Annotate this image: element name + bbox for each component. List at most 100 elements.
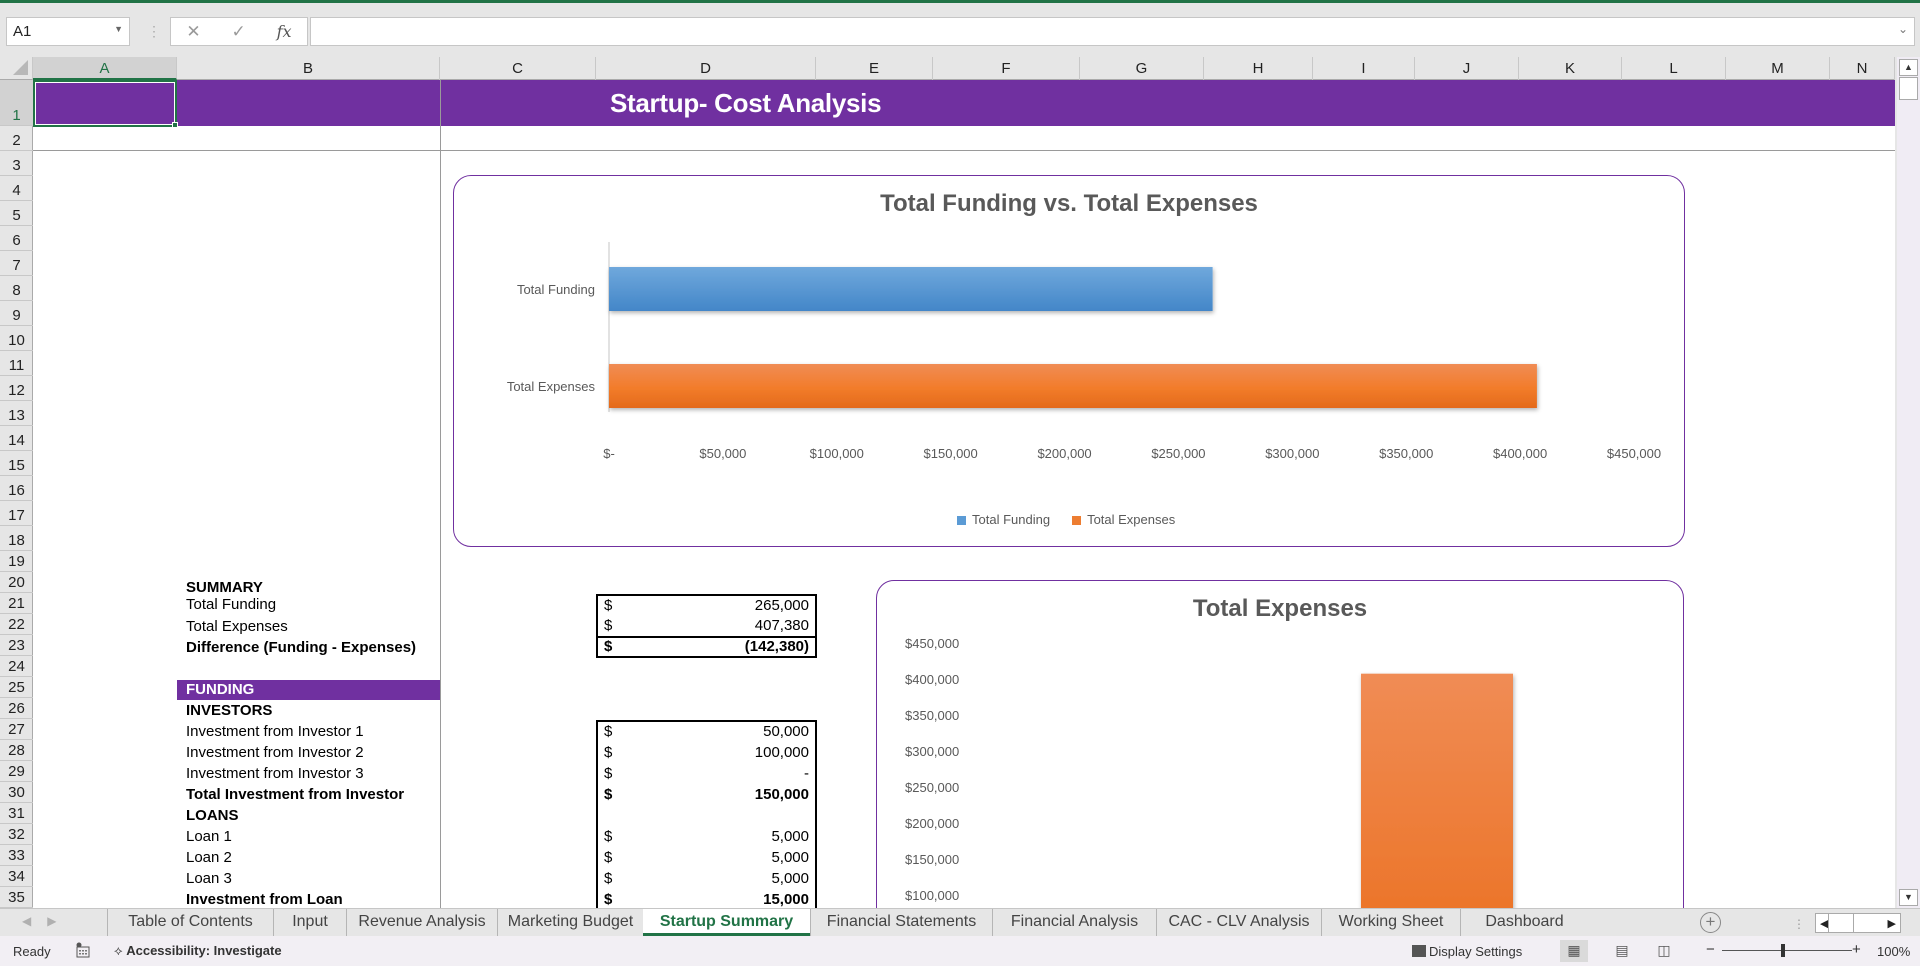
row-header-5[interactable]: 5 — [0, 201, 33, 226]
funding-vs-expenses-chart[interactable]: Total Funding vs. Total Expenses Total F… — [453, 175, 1685, 547]
enter-icon[interactable]: ✓ — [232, 22, 246, 42]
row-header-34[interactable]: 34 — [0, 866, 33, 887]
zoom-level[interactable]: 100% — [1877, 944, 1910, 959]
tab-prev-icon[interactable]: ◀ — [22, 914, 47, 928]
row-header-19[interactable]: 19 — [0, 551, 33, 572]
sheet-tab-input-sheet[interactable]: Input Sheet — [273, 909, 346, 955]
row-header-6[interactable]: 6 — [0, 226, 33, 251]
chevron-down-icon[interactable]: ▼ — [114, 24, 123, 34]
column-header-l[interactable]: L — [1622, 57, 1726, 80]
horizontal-scrollbar[interactable]: ◀ ▶ — [1815, 913, 1901, 933]
bar-total-expenses[interactable] — [609, 364, 1537, 408]
row-header-25[interactable]: 25 — [0, 677, 33, 698]
tab-scroll-arrows[interactable]: ◀▶ — [22, 914, 72, 928]
investor-1-value[interactable]: $50,000 — [596, 722, 817, 743]
column-header-g[interactable]: G — [1080, 57, 1204, 80]
row-header-33[interactable]: 33 — [0, 845, 33, 866]
scroll-thumb[interactable] — [1899, 77, 1918, 100]
sheet-tab-startup-summary[interactable]: Startup Summary — [643, 909, 810, 936]
sheet-tab-marketing-budget[interactable]: Marketing Budget — [497, 909, 643, 936]
row-header-7[interactable]: 7 — [0, 251, 33, 276]
summary-value-total-funding[interactable]: $265,000 — [596, 596, 817, 617]
investor-3-value[interactable]: $ - — [596, 764, 817, 785]
sheet-tab-cac-clv-analysis[interactable]: CAC - CLV Analysis — [1156, 909, 1321, 936]
sheet-tab-financial-statements[interactable]: Financial Statements — [810, 909, 992, 936]
row-header-21[interactable]: 21 — [0, 593, 33, 614]
row-header-17[interactable]: 17 — [0, 501, 33, 526]
insert-function-icon[interactable]: fx — [277, 22, 292, 41]
summary-value-difference[interactable]: $ (142,380) — [596, 637, 817, 658]
column-header-f[interactable]: F — [933, 57, 1080, 80]
sheet-tab-dashboard[interactable]: Dashboard — [1460, 909, 1588, 936]
row-header-8[interactable]: 8 — [0, 276, 33, 301]
loan-2-value[interactable]: $5,000 — [596, 848, 817, 869]
investor-2-value[interactable]: $100,000 — [596, 743, 817, 764]
zoom-slider[interactable] — [1722, 950, 1852, 951]
scroll-right-icon[interactable]: ▶ — [1888, 917, 1896, 930]
sheet-tab-working-sheet[interactable]: Working Sheet — [1321, 909, 1460, 936]
expand-formula-bar-icon[interactable]: ⌄ — [1898, 22, 1908, 36]
row-header-10[interactable]: 10 — [0, 326, 33, 351]
total-investor-value[interactable]: $150,000 — [596, 785, 817, 806]
add-sheet-icon[interactable]: + — [1700, 912, 1721, 933]
scroll-left-icon[interactable]: ◀ — [1820, 917, 1828, 930]
select-all-button[interactable] — [0, 57, 33, 80]
formula-input[interactable]: ⌄ — [310, 17, 1915, 46]
bar-total-funding[interactable] — [609, 267, 1213, 311]
row-header-16[interactable]: 16 — [0, 476, 33, 501]
row-header-3[interactable]: 3 — [0, 151, 33, 176]
row-header-15[interactable]: 15 — [0, 451, 33, 476]
cancel-icon[interactable]: ✕ — [186, 22, 200, 42]
column-header-e[interactable]: E — [816, 57, 933, 80]
row-header-14[interactable]: 14 — [0, 426, 33, 451]
loan-1-value[interactable]: $5,000 — [596, 827, 817, 848]
row-header-1[interactable]: 1 — [0, 80, 33, 126]
name-box[interactable]: A1 ▼ — [6, 17, 130, 46]
row-header-12[interactable]: 12 — [0, 376, 33, 401]
accessibility-status[interactable]: ⟡ Accessibility: Investigate — [114, 943, 282, 959]
row-header-23[interactable]: 23 — [0, 635, 33, 656]
bar-total-expenses[interactable] — [1361, 673, 1513, 908]
scroll-down-icon[interactable]: ▼ — [1899, 889, 1918, 906]
row-header-35[interactable]: 35 — [0, 887, 33, 908]
zoom-slider-thumb[interactable] — [1781, 944, 1785, 957]
row-header-9[interactable]: 9 — [0, 301, 33, 326]
hscroll-grip-icon[interactable]: ⋮ — [1793, 917, 1805, 931]
row-header-22[interactable]: 22 — [0, 614, 33, 635]
row-header-28[interactable]: 28 — [0, 740, 33, 761]
scroll-up-icon[interactable]: ▲ — [1899, 59, 1918, 76]
macro-recorder-icon[interactable] — [75, 942, 91, 958]
summary-value-total-expenses[interactable]: $407,380 — [596, 616, 817, 637]
sheet-tab-revenue-analysis[interactable]: Revenue Analysis — [346, 909, 497, 936]
row-header-13[interactable]: 13 — [0, 401, 33, 426]
column-header-m[interactable]: M — [1726, 57, 1830, 80]
column-header-c[interactable]: C — [440, 57, 596, 80]
total-loan-value[interactable]: $15,000 — [596, 890, 817, 908]
sheet-tab-table-of-contents[interactable]: Table of Contents — [107, 909, 273, 936]
zoom-out-icon[interactable]: − — [1706, 941, 1715, 958]
row-header-31[interactable]: 31 — [0, 803, 33, 824]
column-header-j[interactable]: J — [1415, 57, 1519, 80]
loan-3-value[interactable]: $5,000 — [596, 869, 817, 890]
row-header-2[interactable]: 2 — [0, 126, 33, 151]
column-header-a[interactable]: A — [33, 57, 177, 80]
sheet-tab-financial-analysis[interactable]: Financial Analysis — [992, 909, 1156, 936]
column-header-n[interactable]: N — [1830, 57, 1895, 80]
row-header-20[interactable]: 20 — [0, 572, 33, 593]
active-cell-a1[interactable] — [33, 80, 177, 127]
row-header-30[interactable]: 30 — [0, 782, 33, 803]
column-header-i[interactable]: I — [1313, 57, 1415, 80]
row-header-27[interactable]: 27 — [0, 719, 33, 740]
page-break-view-icon[interactable]: ◫ — [1650, 940, 1678, 962]
normal-view-icon[interactable]: ▦ — [1560, 940, 1588, 962]
zoom-in-icon[interactable]: + — [1852, 941, 1861, 958]
fill-handle[interactable] — [172, 122, 178, 128]
vertical-scrollbar[interactable]: ▲ ▼ — [1897, 57, 1920, 908]
column-header-d[interactable]: D — [596, 57, 816, 80]
display-settings[interactable]: Display Settings — [1412, 944, 1522, 959]
page-layout-view-icon[interactable]: ▤ — [1608, 940, 1636, 962]
column-header-k[interactable]: K — [1519, 57, 1622, 80]
row-header-26[interactable]: 26 — [0, 698, 33, 719]
hscroll-thumb[interactable] — [1828, 914, 1855, 932]
row-header-32[interactable]: 32 — [0, 824, 33, 845]
